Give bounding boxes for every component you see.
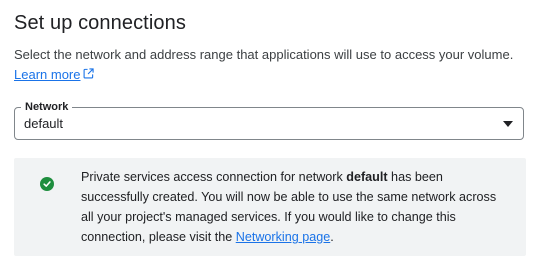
learn-more-link[interactable]: Learn more — [14, 66, 95, 84]
network-select-label: Network — [21, 100, 73, 114]
notice-message: Private services access connection for n… — [81, 167, 511, 247]
success-notice: Private services access connection for n… — [14, 158, 526, 256]
notice-text-end: . — [330, 230, 334, 244]
notice-text-before: Private services access connection for n… — [81, 170, 347, 184]
open-in-new-icon — [83, 66, 95, 84]
networking-page-link[interactable]: Networking page — [236, 230, 331, 244]
notice-network-name: default — [346, 170, 388, 184]
description-text: Select the network and address range tha… — [14, 47, 514, 62]
network-select-value: default — [24, 116, 64, 131]
check-circle-icon — [40, 177, 54, 191]
learn-more-label: Learn more — [14, 67, 81, 82]
arrow-drop-down-icon — [503, 121, 513, 127]
network-select[interactable]: Network default — [14, 100, 524, 140]
page-title: Set up connections — [14, 12, 186, 34]
